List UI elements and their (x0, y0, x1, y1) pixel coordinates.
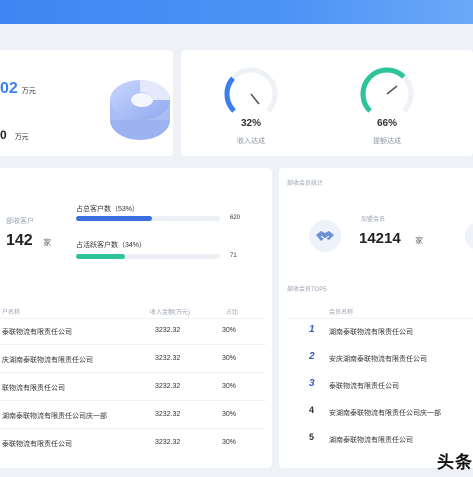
bar-total-fill (76, 216, 153, 221)
bar-total-track (76, 216, 220, 221)
list-item[interactable]: 4 安湖南泰联物流有限责任公司庆一部 (279, 399, 473, 425)
list-item[interactable]: 3 泰联物流有限责任公司 (279, 372, 473, 398)
handshake-icon (309, 220, 341, 252)
bar-active-fill (76, 254, 125, 259)
table-cell-name: 湖南泰联物流有限责任公司庆一部 (2, 413, 107, 420)
table-cell-amount: 3232.32 (155, 327, 181, 334)
gauge-income (224, 67, 278, 121)
table-cell-amount: 3232.32 (155, 355, 181, 362)
table-row[interactable]: 泰联物流有限责任公司 3232.32 30% (0, 318, 266, 345)
summary-value-1: 02 万元 (0, 80, 36, 97)
table-cell-amount: 3232.32 (155, 383, 181, 390)
list-item[interactable]: 2 安庆湖南泰联物流有限责任公司 (279, 345, 473, 371)
table-cell-ratio: 30% (222, 327, 237, 334)
bar-active-title: 占活跃客户数（34%） (76, 242, 147, 249)
gauge-income-label: 收入达成 (237, 138, 265, 145)
customers-count: 142 家 (6, 232, 52, 249)
table-row[interactable]: 联物流有限责任公司 3232.32 30% (0, 374, 266, 401)
top-header-bar (0, 0, 473, 24)
table-cell-name: 联物流有限责任公司 (2, 385, 65, 392)
list-item-name: 安湖南泰联物流有限责任公司庆一部 (329, 410, 441, 417)
list-item[interactable]: 1 湖南泰联物流有限责任公司 (279, 318, 473, 344)
gauge-income-value: 32% (240, 118, 261, 129)
row-divider (0, 372, 266, 373)
table-row[interactable]: 庆湖南泰联物流有限责任公司 3232.32 30% (0, 346, 266, 373)
table-cell-ratio: 30% (222, 439, 237, 446)
table-header-name: 户名称 (2, 310, 21, 316)
table-cell-name: 泰联物流有限责任公司 (2, 441, 72, 448)
row-divider (0, 344, 266, 345)
gauge-credit-value: 66% (376, 118, 397, 129)
rank-badge: 5 (309, 432, 315, 442)
bar-active-track (76, 254, 220, 259)
table-cell-ratio: 30% (222, 411, 237, 418)
table-row[interactable]: 泰联物流有限责任公司 3232.32 30% (0, 430, 266, 456)
members-section-title: 部收会员统计 (287, 181, 324, 187)
members-count: 14214 家 (359, 230, 424, 247)
table-cell-ratio: 30% (222, 355, 237, 362)
rank-badge: 4 (309, 405, 315, 415)
table-cell-name: 庆湖南泰联物流有限责任公司 (2, 357, 93, 364)
gauge-credit (360, 67, 414, 121)
bar-total-title: 占总客户数（53%） (76, 206, 140, 213)
bar-active-value: 71 (230, 253, 237, 259)
table-row[interactable]: 湖南泰联物流有限责任公司庆一部 3232.32 30% (0, 402, 266, 429)
list-item-name: 湖南泰联物流有限责任公司 (329, 329, 413, 336)
row-divider (0, 400, 266, 401)
members-label: 加盟会员 (361, 217, 386, 223)
bar-total-value: 620 (230, 215, 241, 221)
members-card: 部收会员统计 加盟会员 14214 家 部收会员TOP5 会员名称 1 湖南泰联… (279, 168, 473, 468)
table-cell-name: 泰联物流有限责任公司 (2, 329, 72, 336)
customers-card: 部收客户 142 家 占总客户数（53%） 620 占活跃客户数（34%） 71… (0, 168, 272, 468)
list-item-name: 安庆湖南泰联物流有限责任公司 (329, 356, 427, 363)
top5-list: 1 湖南泰联物流有限责任公司 2 安庆湖南泰联物流有限责任公司 3 泰联物流有限… (279, 318, 473, 468)
table-body: 泰联物流有限责任公司 3232.32 30% 庆湖南泰联物流有限责任公司 323… (0, 318, 266, 468)
top5-header-name: 会员名称 (329, 310, 354, 316)
gauges-card: 32% 收入达成 66% 提额达成 (181, 50, 473, 156)
table-cell-amount: 3232.32 (155, 439, 181, 446)
rank-badge: 1 (309, 324, 315, 335)
top5-title: 部收会员TOP5 (287, 287, 327, 293)
list-item-name: 泰联物流有限责任公司 (329, 383, 399, 390)
table-cell-amount: 3232.32 (155, 411, 181, 418)
table-header-amount: 收入金额(万元) (150, 310, 190, 316)
summary-card: 02 万元 0 万元 (0, 50, 173, 156)
customers-label: 部收客户 (6, 218, 34, 225)
table-header-ratio: 占比 (226, 310, 239, 316)
watermark-text: 头条 (437, 453, 473, 472)
donut-3d-graphic (110, 80, 170, 140)
table-cell-ratio: 30% (222, 383, 237, 390)
row-divider (0, 428, 266, 429)
rank-badge: 2 (309, 351, 315, 362)
summary-value-2-text: 0 万元 (0, 128, 29, 142)
gauge-credit-label: 提额达成 (373, 138, 401, 145)
members-card-edge (465, 222, 473, 250)
list-item-name: 湖南泰联物流有限责任公司 (329, 437, 413, 444)
rank-badge: 3 (309, 378, 315, 389)
